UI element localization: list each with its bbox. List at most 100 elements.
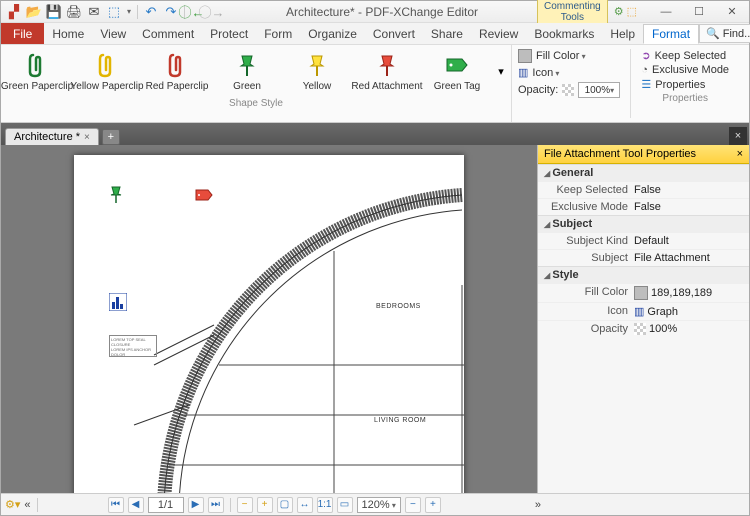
menu-help[interactable]: Help [602,23,643,44]
page-number-input[interactable]: 1/1 [148,497,184,513]
next-page-button[interactable]: ▶ [188,497,204,513]
menu-convert[interactable]: Convert [365,23,423,44]
shape-green-paperclip[interactable]: Green Paperclip [3,49,71,94]
close-tab-icon[interactable]: × [84,132,90,143]
actual-size-button[interactable]: 1:1 [317,497,333,513]
shape-green-tag[interactable]: Green Tag [423,49,491,94]
document-viewport[interactable]: BEDROOMS LIVING ROOM LOREM TOP SEAL CLOS… [1,145,537,493]
shape-red-paperclip[interactable]: Red Paperclip [143,49,211,94]
exclusive-mode-toggle[interactable]: ◔Exclusive Mode [641,64,729,76]
undo-icon[interactable]: ↶ [142,3,160,21]
ui-options-icon[interactable]: ⚙ [614,5,624,18]
find-button[interactable]: 🔍Find... [699,24,750,43]
minimize-button[interactable]: — [651,3,681,21]
print-icon[interactable]: 🖨 [65,3,83,21]
opacity-input[interactable]: 100% [578,82,620,98]
close-button[interactable]: ✕ [717,3,747,21]
prop-opacity[interactable]: Opacity100% [538,320,749,337]
prop-fill-color[interactable]: Fill Color189,189,189 [538,283,749,302]
label-living-room: LIVING ROOM [374,417,426,424]
pushpin-icon [303,51,331,79]
close-doc-button[interactable]: × [729,127,747,145]
prop-subject[interactable]: SubjectFile Attachment [538,249,749,266]
open-icon[interactable]: 📂 [25,3,43,21]
section-subject[interactable]: Subject [538,215,749,232]
menu-view[interactable]: View [92,23,134,44]
fill-color-dropdown[interactable]: Fill Color [536,50,586,62]
tag-icon [443,51,471,79]
prev-page-button[interactable]: ◀ [128,497,144,513]
graph-icon: ▥ [634,305,644,318]
pushpin-icon [373,51,401,79]
paperclip-icon [163,51,191,79]
shape-green-pin[interactable]: Green [213,49,281,94]
doc-tab-architecture[interactable]: Architecture *× [5,128,99,145]
shape-yellow-paperclip[interactable]: Yellow Paperclip [73,49,141,94]
panel-close-icon[interactable]: × [737,148,743,160]
annot-graph[interactable] [109,293,127,311]
menu-bookmarks[interactable]: Bookmarks [526,23,602,44]
commenting-tools-tab[interactable]: CommentingTools [537,0,608,26]
menu-review[interactable]: Review [471,23,526,44]
zoom-in-2[interactable]: + [425,497,441,513]
save-icon[interactable]: 💾 [45,3,63,21]
back-icon[interactable]: ⃝← [189,3,207,21]
checker-icon [634,323,646,335]
file-menu[interactable]: File [1,23,44,44]
shape-yellow-pin[interactable]: Yellow [283,49,351,94]
maximize-button[interactable]: ☐ [684,3,714,21]
add-tab-button[interactable]: + [102,129,120,145]
graph-icon: ▥ [518,66,528,79]
icon-dropdown[interactable]: Icon [532,67,559,79]
menu-protect[interactable]: Protect [202,23,256,44]
options-icon[interactable]: ⚙▾ [5,498,20,511]
section-general[interactable]: General [538,164,749,181]
shape-style-group: Green Paperclip Yellow Paperclip Red Pap… [1,45,512,122]
page-canvas: BEDROOMS LIVING ROOM LOREM TOP SEAL CLOS… [74,155,464,493]
keep-selected-toggle[interactable]: ➲Keep Selected [641,49,729,62]
qat-dropdown[interactable] [125,3,133,21]
expand-icon[interactable]: » [535,499,541,511]
last-page-button[interactable]: ⏭ [208,497,224,513]
prop-exclusive-mode[interactable]: Exclusive ModeFalse [538,198,749,215]
scan-icon[interactable]: ⬚ [105,3,123,21]
zoom-out-button[interactable]: − [237,497,253,513]
fit-page-button[interactable]: ▢ [277,497,293,513]
fill-swatch[interactable] [518,49,532,63]
forward-icon[interactable]: ⃝→ [209,3,227,21]
zoom-input[interactable]: 120% [357,497,401,513]
prop-subject-kind[interactable]: Subject KindDefault [538,232,749,249]
section-style[interactable]: Style [538,266,749,283]
zoom-out-2[interactable]: − [405,497,421,513]
status-bar: ⚙▾ « ⏮ ◀ 1/1 ▶ ⏭ − + ▢ ↔ 1:1 ▭ 120% − + … [1,493,749,515]
main-area: BEDROOMS LIVING ROOM LOREM TOP SEAL CLOS… [1,145,749,493]
properties-options: ➲Keep Selected ◔Exclusive Mode ☰Properti… [641,49,729,118]
prop-icon[interactable]: Icon▥Graph [538,302,749,320]
menu-form[interactable]: Form [256,23,300,44]
zoom-in-button[interactable]: + [257,497,273,513]
mail-icon[interactable]: ✉ [85,3,103,21]
shape-red-pin[interactable]: Red Attachment [353,49,421,94]
launch-icon[interactable]: ⬚ [627,5,637,18]
redo-icon[interactable]: ↷ [162,3,180,21]
group-caption: Shape Style [1,98,511,111]
menu-comment[interactable]: Comment [134,23,202,44]
window-title: Architecture* - PDF-XChange Editor [227,5,537,19]
shape-more[interactable]: ▾ [493,49,509,94]
label-bedrooms: BEDROOMS [376,303,421,310]
menu-home[interactable]: Home [44,23,92,44]
properties-panel: File Attachment Tool Properties × Genera… [537,145,749,493]
first-page-button[interactable]: ⏮ [108,497,124,513]
annot-red-tag[interactable] [194,188,214,202]
menu-organize[interactable]: Organize [300,23,365,44]
menu-format[interactable]: Format [643,24,699,44]
properties-button[interactable]: ☰Properties [641,78,729,91]
app-icon: ▞ [5,3,23,21]
collapse-icon[interactable]: « [24,499,30,511]
annot-green-pin[interactable] [109,185,123,203]
fit-visible-button[interactable]: ▭ [337,497,353,513]
prop-keep-selected[interactable]: Keep SelectedFalse [538,181,749,198]
callout-note: LOREM TOP SEAL CLOSURELOREM IPS ANCHORDO… [109,335,157,357]
fit-width-button[interactable]: ↔ [297,497,313,513]
menu-share[interactable]: Share [423,23,471,44]
